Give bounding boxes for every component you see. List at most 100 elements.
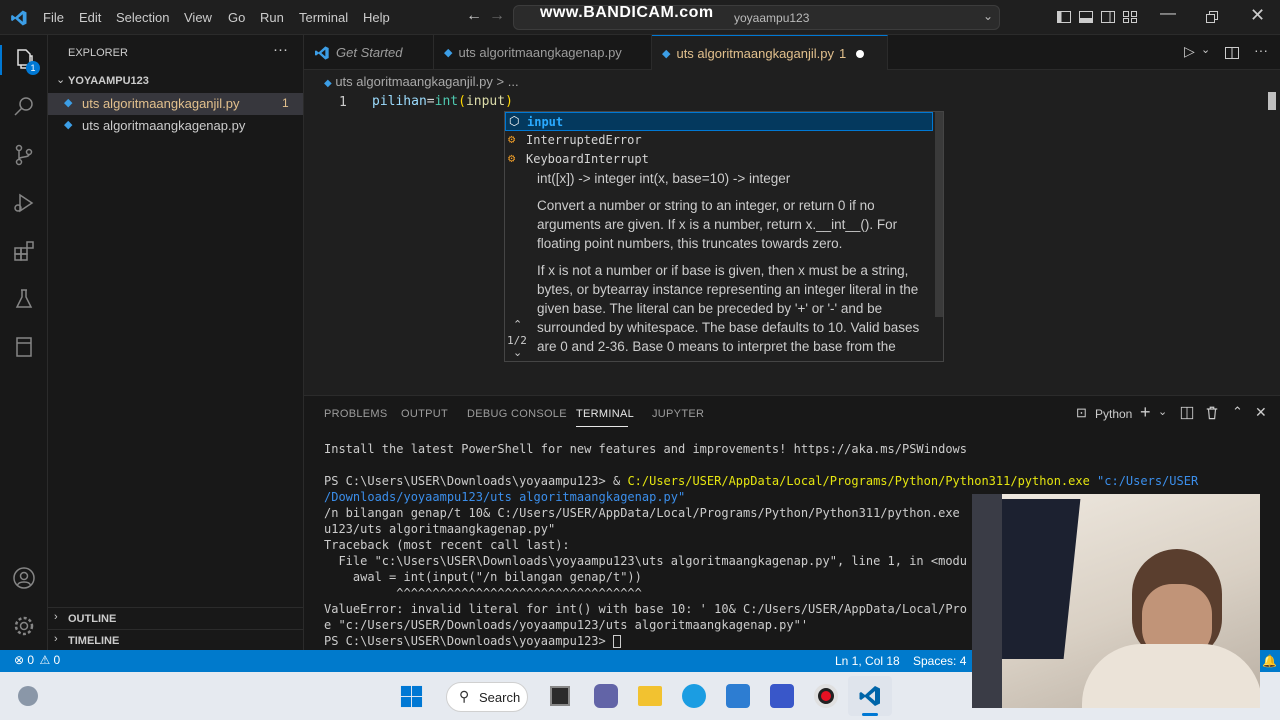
run-play-icon[interactable]: ▷ <box>1184 43 1195 60</box>
breadcrumb: ◆ uts algoritmaangkaganjil.py > ... <box>324 74 519 89</box>
menu-help[interactable]: Help <box>363 10 390 25</box>
chevron-down-icon: ⌄ <box>56 74 66 86</box>
new-terminal-plus-icon[interactable]: + <box>1140 402 1151 423</box>
file-item-genap[interactable]: ◆ uts algoritmaangkagenap.py <box>48 115 303 137</box>
taskbar-search[interactable]: ⚲ Search <box>446 682 528 712</box>
code-paren: ( <box>458 94 466 109</box>
bandicam-watermark: www.BANDICAM.com <box>540 4 714 21</box>
unsaved-dot-icon[interactable] <box>856 49 865 58</box>
split-editor-icon[interactable] <box>1224 45 1240 61</box>
terminal-line[interactable]: PS C:\Users\USER\Downloads\yoyaampu123> <box>324 634 621 648</box>
run-debug-icon[interactable] <box>10 189 38 217</box>
editor-tabs: Get Started ◆ uts algoritmaangkagenap.py… <box>304 35 1280 71</box>
outline-section[interactable]: › OUTLINE <box>48 607 303 629</box>
chevron-right-icon: › <box>54 611 58 623</box>
tab-problems[interactable]: PROBLEMS <box>324 408 388 420</box>
minimize-icon[interactable]: — <box>1160 5 1176 23</box>
extensions-icon[interactable] <box>10 237 38 265</box>
teams-chat-icon[interactable] <box>594 684 618 708</box>
cursor-position[interactable]: Ln 1, Col 18 <box>835 654 900 668</box>
bandicam-record-icon[interactable] <box>814 684 838 708</box>
timeline-section[interactable]: › TIMELINE <box>48 629 303 650</box>
menu-view[interactable]: View <box>184 10 212 25</box>
source-control-icon[interactable] <box>10 141 38 169</box>
terminal-line: ^^^^^^^^^^^^^^^^^^^^^^^^^^^^^^^^^^ <box>324 586 642 600</box>
task-view-icon[interactable] <box>550 686 570 706</box>
suggestion-label: KeyboardInterrupt <box>526 152 649 166</box>
warning-icon: ⚠ <box>39 653 51 667</box>
toggle-sidebar-icon[interactable] <box>1056 9 1072 25</box>
toggle-secondary-sidebar-icon[interactable] <box>1100 9 1116 25</box>
tab-debug-console[interactable]: DEBUG CONSOLE <box>467 408 567 420</box>
menu-terminal[interactable]: Terminal <box>299 10 348 25</box>
tab-get-started[interactable]: Get Started <box>304 35 434 70</box>
terminal-shell-name[interactable]: Python <box>1095 407 1132 421</box>
chevron-down-icon[interactable]: ⌄ <box>1201 43 1210 56</box>
testing-flask-icon[interactable] <box>10 285 38 313</box>
toggle-panel-icon[interactable] <box>1078 9 1094 25</box>
restore-icon[interactable] <box>1204 9 1220 25</box>
trash-icon[interactable] <box>1205 405 1219 420</box>
explorer-icon[interactable]: 1 <box>10 45 40 75</box>
explorer-badge: 1 <box>26 61 40 75</box>
suggestion-item-selected[interactable]: ⬡ input <box>505 112 933 131</box>
menu-edit[interactable]: Edit <box>79 10 101 25</box>
remote-explorer-icon[interactable] <box>10 333 38 361</box>
breadcrumb-more[interactable]: ... <box>508 74 519 89</box>
suggestion-label: InterruptedError <box>526 133 642 147</box>
folder-header[interactable]: ⌄ YOYAAMPU123 <box>48 71 303 93</box>
app-icon[interactable] <box>770 684 794 708</box>
breadcrumb-file[interactable]: uts algoritmaangkaganjil.py <box>335 74 493 89</box>
explorer-title: EXPLORER <box>68 47 128 59</box>
edge-browser-icon[interactable] <box>682 684 706 708</box>
back-arrow-icon[interactable]: ← <box>466 7 482 25</box>
terminal-line: ValueError: invalid literal for int() wi… <box>324 602 967 616</box>
suggestion-item[interactable]: ⚙ InterruptedError <box>505 131 933 150</box>
more-actions-icon[interactable]: ··· <box>1254 42 1268 58</box>
code-line[interactable]: pilihan=int(input) <box>372 94 513 109</box>
settings-gear-icon[interactable] <box>10 612 38 640</box>
error-count: 0 <box>27 653 35 667</box>
problem-count: 1 <box>282 96 289 110</box>
file-item-ganjil[interactable]: ◆ uts algoritmaangkaganjil.py 1 <box>48 93 303 115</box>
chevron-down-icon[interactable]: ⌄ <box>513 346 522 359</box>
terminal-line: Traceback (most recent call last): <box>324 538 570 552</box>
close-panel-icon[interactable]: ✕ <box>1255 404 1267 421</box>
tab-terminal[interactable]: TERMINAL <box>576 408 634 420</box>
weather-icon[interactable] <box>18 686 38 706</box>
scrollbar-thumb[interactable] <box>1268 92 1276 110</box>
tab-ganjil-active[interactable]: ◆ uts algoritmaangkaganjil.py 1 <box>652 35 888 71</box>
suggestion-item[interactable]: ⚙ KeyboardInterrupt <box>505 150 933 169</box>
search-icon[interactable] <box>10 93 38 121</box>
customize-layout-icon[interactable] <box>1122 9 1138 25</box>
problems-status[interactable]: ⊗ 0 ⚠ 0 <box>14 653 60 667</box>
more-actions-icon[interactable]: ··· <box>273 41 288 58</box>
microsoft-store-icon[interactable] <box>726 684 750 708</box>
tab-output[interactable]: OUTPUT <box>401 408 448 420</box>
chevron-down-icon[interactable]: ⌄ <box>983 9 993 23</box>
menu-go[interactable]: Go <box>228 10 245 25</box>
menu-run[interactable]: Run <box>260 10 284 25</box>
menu-file[interactable]: File <box>43 10 64 25</box>
split-terminal-icon[interactable] <box>1180 406 1194 420</box>
python-file-icon: ◆ <box>64 97 73 109</box>
active-tab-underline <box>576 426 628 427</box>
close-window-icon[interactable]: ✕ <box>1250 5 1265 26</box>
chevron-up-icon[interactable]: ⌃ <box>513 318 522 331</box>
account-icon[interactable] <box>10 564 38 592</box>
forward-arrow-icon[interactable]: → <box>489 7 505 25</box>
notification-bell-icon[interactable]: 🔔 <box>1262 654 1277 668</box>
file-explorer-icon[interactable] <box>638 686 662 706</box>
maximize-panel-icon[interactable]: ⌃ <box>1232 404 1243 420</box>
indentation[interactable]: Spaces: 4 <box>913 654 966 668</box>
vscode-taskbar-item[interactable] <box>848 676 892 716</box>
terminal-line: PS C:\Users\USER\Downloads\yoyaampu123> … <box>324 474 1198 488</box>
warning-count: 0 <box>53 653 61 667</box>
tab-jupyter[interactable]: JUPYTER <box>652 408 704 420</box>
chevron-down-icon[interactable]: ⌄ <box>1158 405 1167 418</box>
line-number: 1 <box>339 95 347 110</box>
menu-selection[interactable]: Selection <box>116 10 169 25</box>
windows-start-icon[interactable] <box>400 685 423 708</box>
title-bar: File Edit Selection View Go Run Terminal… <box>0 0 1280 35</box>
tab-genap[interactable]: ◆ uts algoritmaangkagenap.py <box>434 35 652 70</box>
